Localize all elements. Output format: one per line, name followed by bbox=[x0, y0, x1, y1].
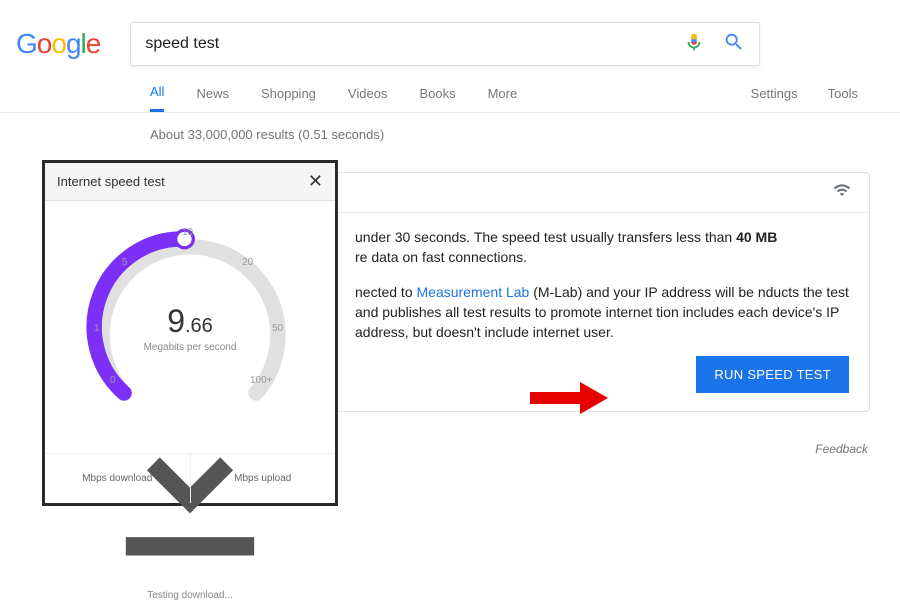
results-stats: About 33,000,000 results (0.51 seconds) bbox=[150, 127, 900, 142]
speed-test-overlay: Internet speed test ✕ 0 1 5 10 20 50 100… bbox=[42, 160, 338, 506]
mic-icon[interactable] bbox=[683, 31, 705, 58]
footer-download: Mbps download bbox=[45, 454, 191, 503]
card-paragraph-2: nected to Measurement Lab (M-Lab) and yo… bbox=[355, 282, 849, 343]
feedback-link[interactable]: Feedback bbox=[815, 442, 868, 456]
google-logo[interactable]: Google bbox=[16, 28, 130, 60]
wifi-icon bbox=[833, 181, 851, 204]
tab-shopping[interactable]: Shopping bbox=[261, 86, 316, 111]
overlay-footer: Mbps download Mbps upload bbox=[45, 453, 335, 503]
header: Google bbox=[0, 0, 900, 66]
tab-books[interactable]: Books bbox=[419, 86, 455, 111]
tabs-divider bbox=[0, 112, 900, 113]
overlay-title: Internet speed test bbox=[57, 174, 165, 189]
tick-20: 20 bbox=[242, 257, 253, 268]
tab-more[interactable]: More bbox=[488, 86, 518, 111]
speed-unit: Megabits per second bbox=[80, 342, 300, 353]
test-status: Testing download... bbox=[80, 590, 300, 601]
arrow-icon bbox=[530, 380, 610, 421]
tab-settings[interactable]: Settings bbox=[751, 86, 798, 111]
tab-all[interactable]: All bbox=[150, 84, 164, 112]
mlab-link[interactable]: Measurement Lab bbox=[417, 284, 530, 300]
gauge: 0 1 5 10 20 50 100+ 9.66 Megabits per se… bbox=[45, 201, 335, 397]
overlay-header: Internet speed test ✕ bbox=[45, 163, 335, 201]
close-icon[interactable]: ✕ bbox=[308, 171, 323, 192]
tab-tools[interactable]: Tools bbox=[828, 86, 858, 111]
card-paragraph-1: under 30 seconds. The speed test usually… bbox=[355, 227, 849, 268]
search-icon[interactable] bbox=[723, 31, 745, 58]
tab-news[interactable]: News bbox=[196, 86, 229, 111]
run-speed-test-button[interactable]: RUN SPEED TEST bbox=[696, 356, 849, 393]
tab-videos[interactable]: Videos bbox=[348, 86, 388, 111]
search-box[interactable] bbox=[130, 22, 760, 66]
tick-5: 5 bbox=[122, 257, 128, 268]
speed-value: 9.66 bbox=[80, 303, 300, 340]
search-tabs: All News Shopping Videos Books More Sett… bbox=[150, 84, 900, 112]
search-input[interactable] bbox=[145, 35, 683, 53]
footer-upload: Mbps upload bbox=[191, 454, 336, 503]
tick-10: 10 bbox=[182, 227, 193, 238]
